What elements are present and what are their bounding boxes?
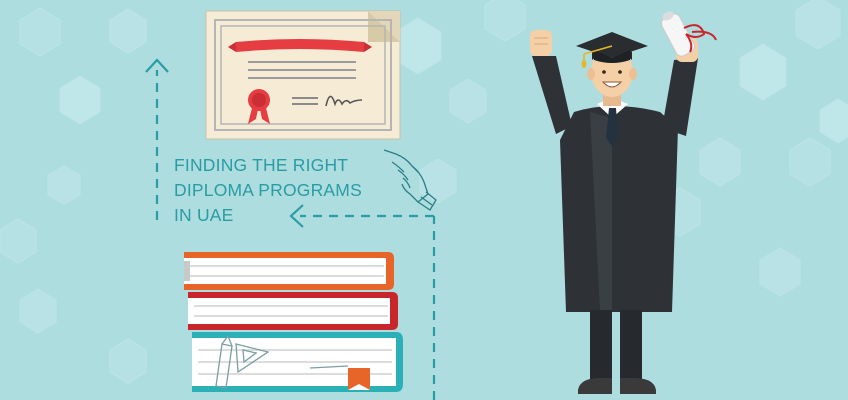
- hexagon: [699, 137, 741, 187]
- hexagon: [19, 7, 61, 57]
- hexagon: [819, 98, 848, 144]
- hexagon: [47, 165, 81, 205]
- hexagon: [394, 17, 442, 75]
- headline-line-2: DIPLOMA PROGRAMS: [174, 180, 362, 200]
- hexagon: [759, 247, 801, 297]
- headline-line-1: FINDING THE RIGHT: [174, 155, 349, 175]
- hexagon: [789, 137, 831, 187]
- hexagon: [449, 78, 487, 124]
- headline-line-3: IN UAE: [174, 205, 234, 225]
- illustration: [0, 0, 848, 400]
- hexagon: [0, 218, 37, 264]
- certificate-icon: [205, 10, 401, 140]
- diploma-scroll-icon: [660, 11, 717, 57]
- hexagon: [109, 338, 147, 384]
- stacked-books-icon: [184, 252, 403, 392]
- hexagon: [59, 75, 101, 125]
- hexagon: [484, 0, 526, 42]
- hexagon: [795, 0, 841, 50]
- mortarboard-icon: [576, 32, 648, 68]
- hexagon: [109, 8, 147, 54]
- headline: FINDING THE RIGHT DIPLOMA PROGRAMS IN UA…: [174, 153, 362, 228]
- hexagon: [739, 43, 787, 101]
- hexagon: [19, 288, 57, 334]
- hexagon-pattern: [0, 0, 848, 384]
